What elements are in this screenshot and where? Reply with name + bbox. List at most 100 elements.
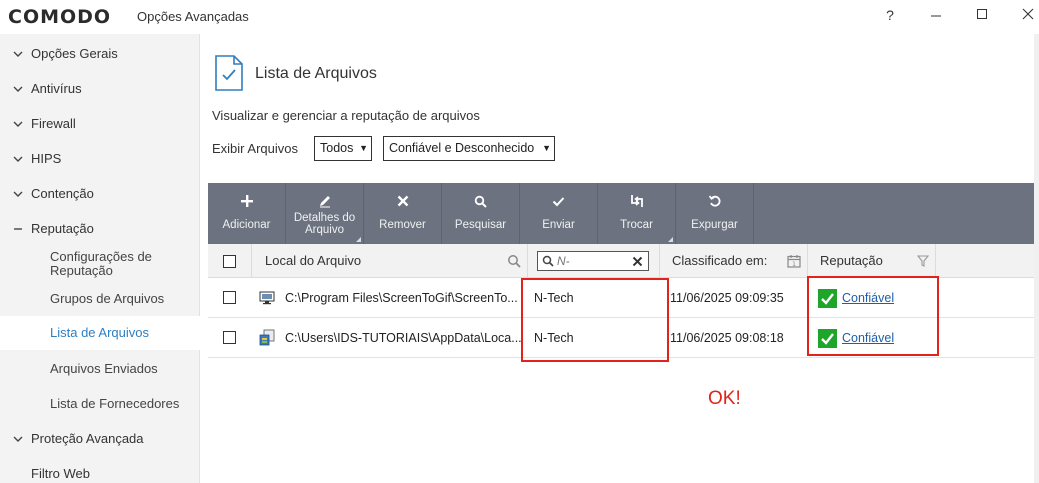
purge-button[interactable]: Expurgar	[676, 183, 754, 244]
column-header-classified-label: Classificado em:	[672, 253, 768, 268]
search-button[interactable]: Pesquisar	[442, 183, 520, 244]
brand-logo: COMODO	[8, 6, 112, 28]
minimize-icon	[931, 15, 941, 17]
chevron-down-icon	[13, 191, 23, 197]
sidebar-item-firewall[interactable]: Firewall	[0, 109, 200, 139]
dropdown-arrow-icon: ▼	[542, 143, 551, 153]
collapse-icon	[14, 228, 22, 230]
sidebar-item-grupos-arquivos[interactable]: Grupos de Arquivos	[0, 282, 200, 316]
sidebar-item-arquivos-enviados[interactable]: Arquivos Enviados	[0, 352, 200, 386]
file-type-select[interactable]: Todos ▼	[314, 136, 372, 161]
column-header-path-label: Local do Arquivo	[265, 253, 362, 268]
sidebar-item-lista-arquivos[interactable]: Lista de Arquivos	[0, 316, 200, 350]
sidebar-item-lista-fornecedores[interactable]: Lista de Fornecedores	[0, 387, 200, 421]
sidebar-item-label: Filtro Web	[31, 466, 90, 481]
swap-button[interactable]: Trocar	[598, 183, 676, 244]
dropdown-arrow-icon: ▼	[359, 143, 368, 153]
sidebar-item-antivirus[interactable]: Antivírus	[0, 74, 200, 104]
search-button-label: Pesquisar	[454, 219, 507, 231]
chevron-down-icon	[13, 121, 23, 127]
filter-icon	[917, 255, 929, 267]
chevron-down-icon	[13, 51, 23, 57]
sidebar-item-label: Firewall	[31, 116, 76, 131]
file-list-icon	[214, 55, 244, 94]
annotation-ok-text: OK!	[708, 388, 741, 409]
file-path: C:\Users\IDS-TUTORIAIS\AppData\Loca...	[285, 331, 522, 345]
column-header-reputation[interactable]: Reputação	[808, 244, 936, 278]
file-path: C:\Program Files\ScreenToGif\ScreenTo...	[285, 291, 518, 305]
sidebar-item-filtro-web[interactable]: Filtro Web	[0, 459, 200, 483]
column-header-classified[interactable]: Classificado em: 1	[660, 244, 808, 278]
vendor-search-input[interactable]	[537, 251, 649, 271]
filter-label: Exibir Arquivos	[212, 141, 298, 156]
monitor-app-icon	[259, 291, 275, 305]
sidebar-item-opcoes-gerais[interactable]: Opções Gerais	[0, 39, 200, 69]
file-classified-date: 11/06/2025 09:08:18	[670, 331, 784, 345]
close-icon	[1022, 8, 1034, 20]
sidebar-item-label: Antivírus	[31, 81, 82, 96]
sidebar-item-protecao-avancada[interactable]: Proteção Avançada	[0, 424, 200, 454]
vendor-search-field[interactable]	[557, 253, 627, 269]
submit-button[interactable]: Enviar	[520, 183, 598, 244]
row-checkbox[interactable]	[223, 291, 236, 304]
page-description: Visualizar e gerenciar a reputação de ar…	[212, 108, 480, 123]
sidebar-item-reputacao[interactable]: Reputação	[0, 214, 200, 244]
sidebar-item-hips[interactable]: HIPS	[0, 144, 200, 174]
column-header-path[interactable]: Local do Arquivo	[252, 244, 528, 278]
sidebar-item-contencao[interactable]: Contenção	[0, 179, 200, 209]
chevron-down-icon	[13, 436, 23, 442]
help-button[interactable]: ?	[867, 2, 913, 28]
sidebar-item-label: HIPS	[31, 151, 62, 166]
minimize-button[interactable]	[913, 2, 959, 28]
maximize-button[interactable]	[959, 2, 1005, 28]
file-details-label-line2: Arquivo	[305, 224, 344, 236]
page-title: Lista de Arquivos	[255, 65, 377, 82]
window-title: Opções Avançadas	[137, 9, 249, 24]
column-header-reputation-label: Reputação	[820, 253, 883, 268]
sidebar-item-label: Contenção	[31, 186, 94, 201]
sidebar-item-configuracoes-reputacao[interactable]: Configurações de Reputação	[0, 247, 200, 281]
row-checkbox[interactable]	[223, 331, 236, 344]
remove-button-label: Remover	[379, 219, 426, 231]
maximize-icon	[977, 9, 987, 19]
toolbar: Adicionar Detalhes do Arquivo Remover Pe…	[208, 183, 1034, 244]
file-details-label-line1: Detalhes do	[293, 212, 356, 224]
search-icon	[508, 255, 521, 268]
sidebar-item-label: Reputação	[31, 221, 94, 236]
search-icon	[442, 193, 519, 209]
search-icon	[542, 255, 554, 267]
vendor-highlight-box	[521, 278, 669, 362]
x-icon	[364, 193, 441, 209]
sidebar-item-label: Lista de Arquivos	[50, 325, 150, 340]
sidebar: Opções Gerais Antivírus Firewall HIPS Co…	[0, 34, 200, 483]
add-button-label: Adicionar	[222, 219, 271, 231]
swap-button-label: Trocar	[620, 219, 653, 231]
sidebar-item-label: Arquivos Enviados	[50, 361, 158, 376]
chevron-down-icon	[13, 86, 23, 92]
dropdown-corner-icon	[356, 237, 361, 242]
add-button[interactable]: Adicionar	[208, 183, 286, 244]
chevron-down-icon	[13, 156, 23, 162]
sidebar-item-label: Lista de Fornecedores	[50, 396, 180, 411]
installer-app-icon	[259, 329, 275, 346]
select-all-checkbox[interactable]	[223, 255, 236, 268]
sidebar-item-label: Configurações de Reputação	[50, 249, 152, 278]
file-type-select-value: Todos	[320, 141, 354, 155]
reputation-highlight-box	[807, 276, 939, 356]
remove-button[interactable]: Remover	[364, 183, 442, 244]
file-details-button[interactable]: Detalhes do Arquivo	[286, 183, 364, 244]
submit-button-label: Enviar	[542, 219, 575, 231]
swap-icon	[598, 193, 675, 209]
sidebar-item-label: Grupos de Arquivos	[50, 291, 165, 306]
calendar-icon: 1	[787, 255, 801, 268]
clear-icon	[632, 256, 643, 267]
pencil-icon	[286, 193, 363, 209]
purge-button-label: Expurgar	[691, 219, 738, 231]
svg-text:1: 1	[792, 261, 796, 268]
file-classified-date: 11/06/2025 09:09:35	[670, 291, 784, 305]
refresh-icon	[676, 193, 753, 209]
scrollbar[interactable]	[1034, 34, 1039, 483]
reputation-filter-select[interactable]: Confiável e Desconhecido ▼	[383, 136, 555, 161]
close-button[interactable]	[1005, 2, 1039, 28]
title-bar: COMODO Opções Avançadas ?	[0, 0, 1039, 34]
